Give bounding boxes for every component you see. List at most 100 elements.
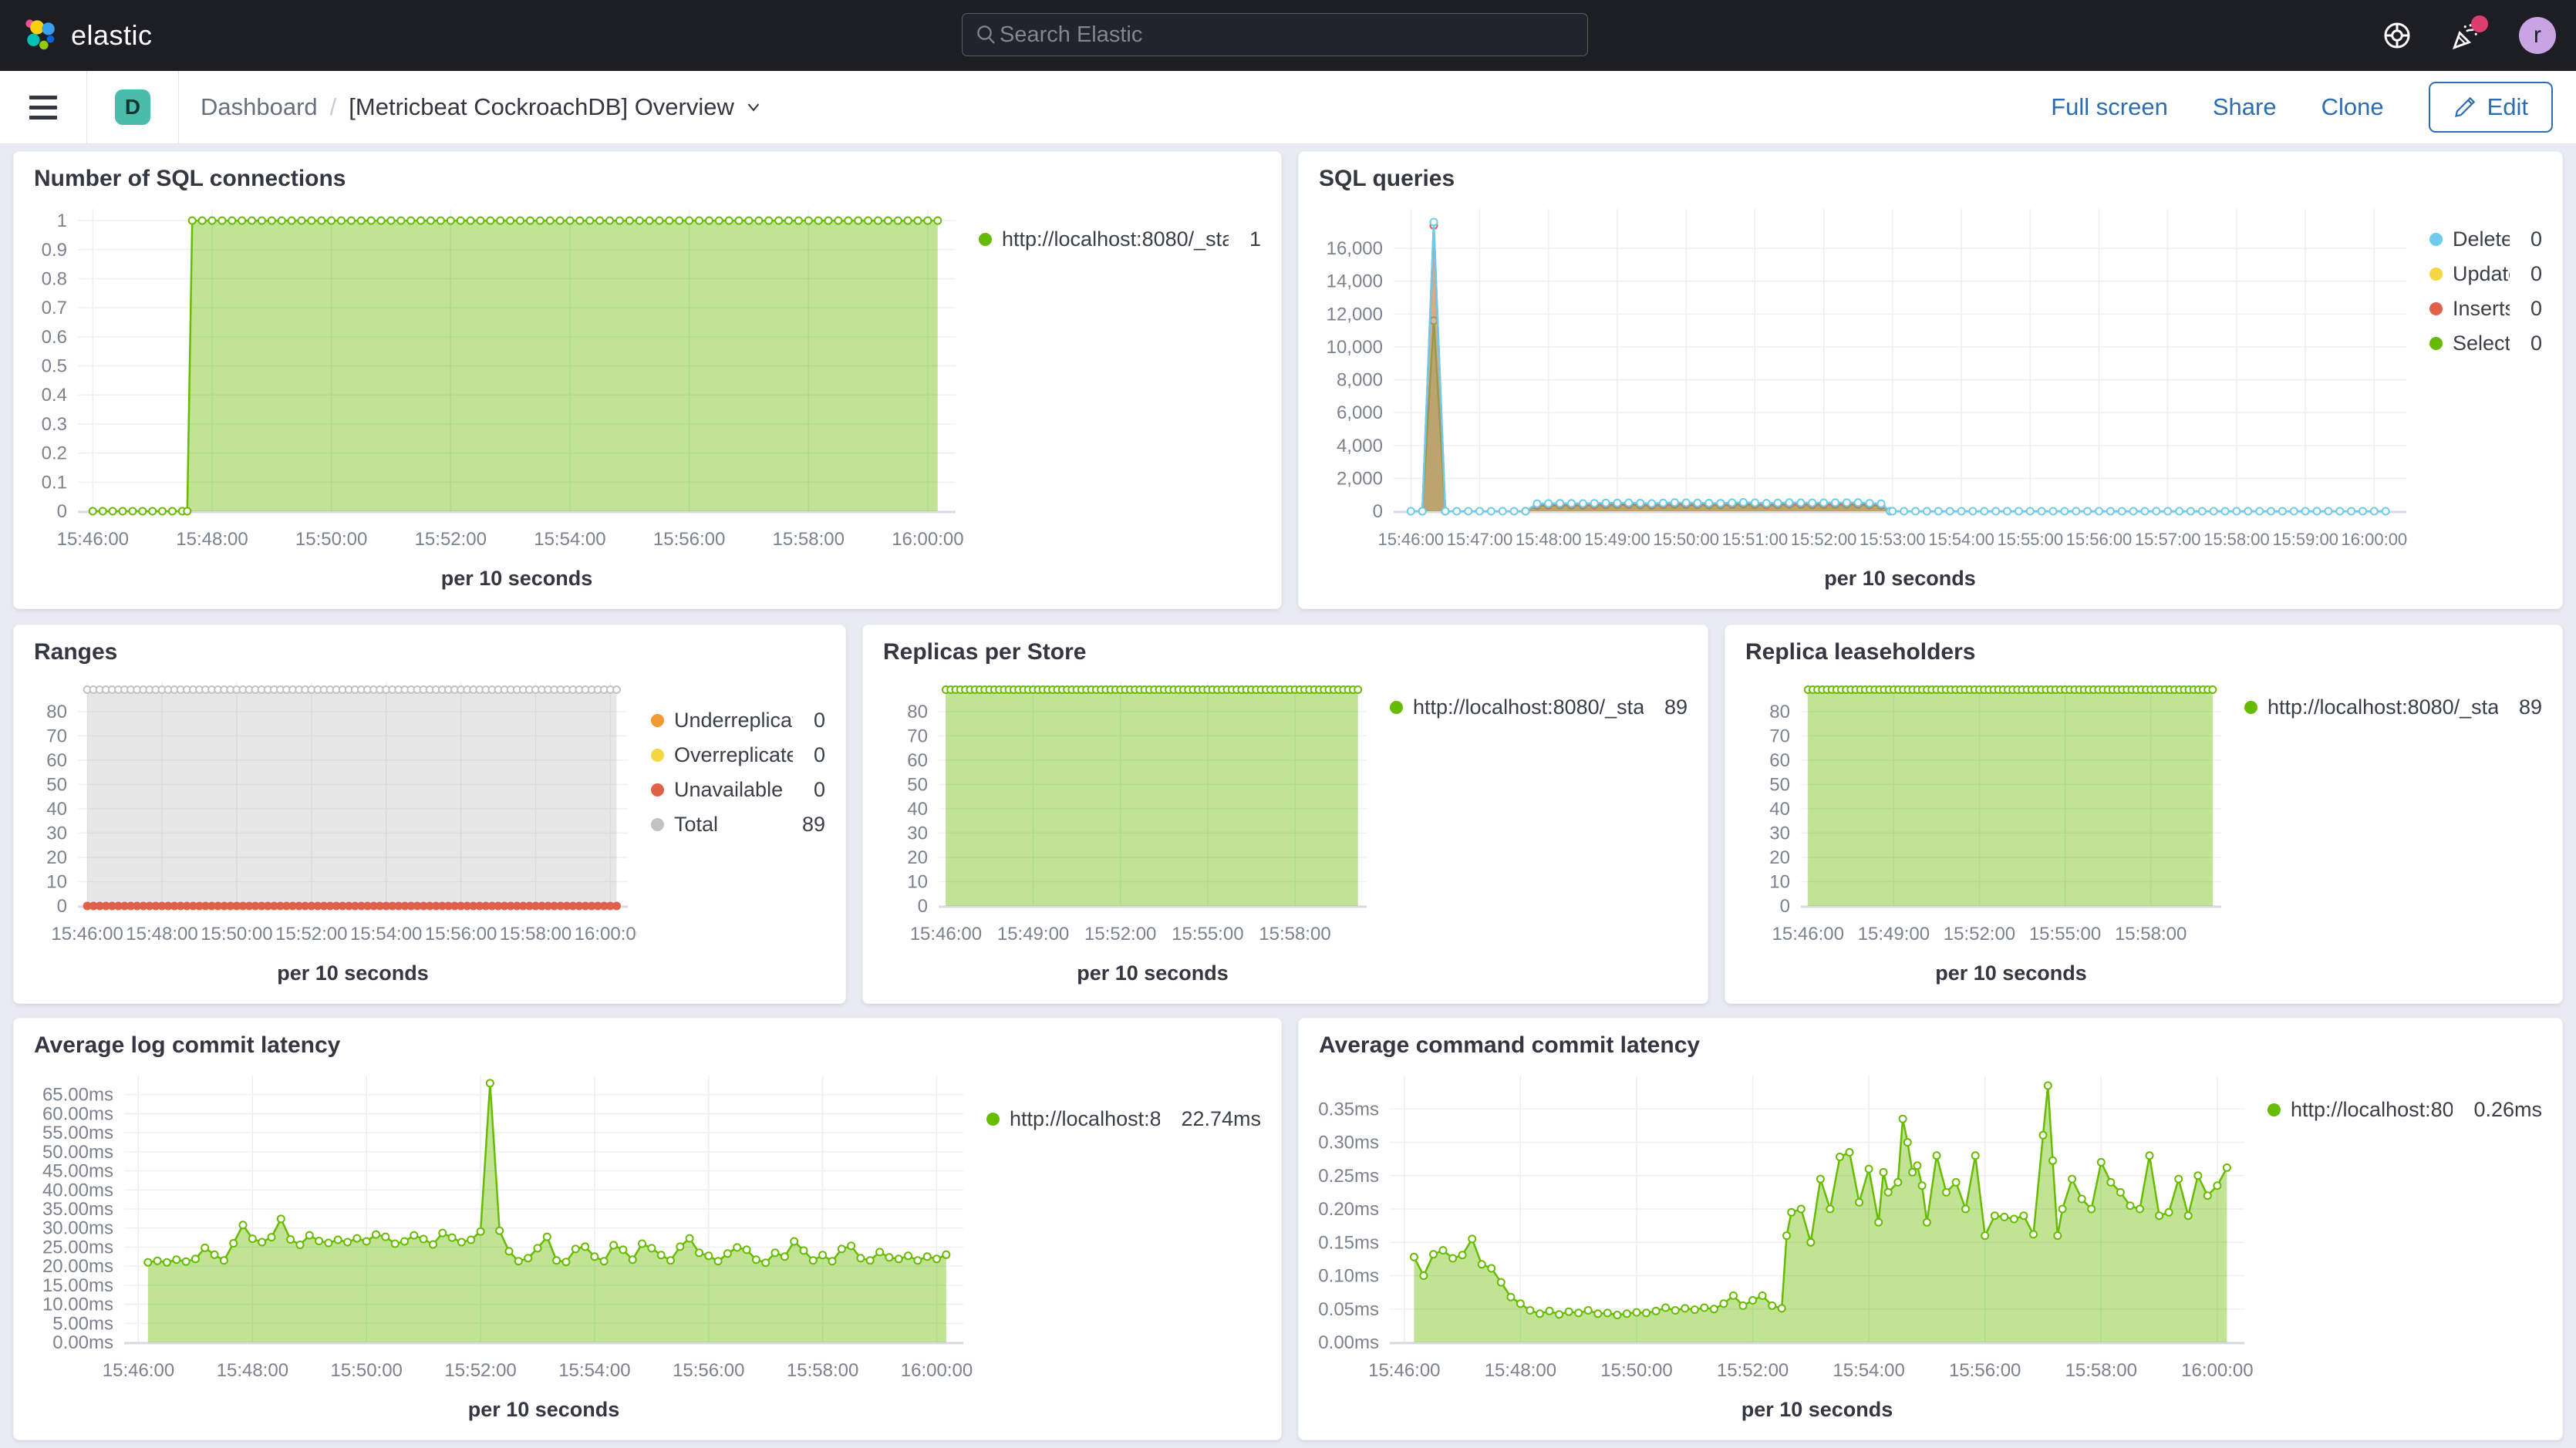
legend-color-dot (1390, 701, 1403, 714)
panel-average-command-commit-latency: Average command commit latency 0.00ms0.0… (1298, 1018, 2563, 1440)
legend-item[interactable]: http://localhost:8080/_sta...89 (1390, 693, 1688, 721)
legend-color-dot (651, 749, 664, 762)
space-badge[interactable]: D (115, 89, 150, 125)
svg-text:12,000: 12,000 (1327, 304, 1383, 325)
svg-text:15:51:00: 15:51:00 (1722, 530, 1789, 549)
svg-text:15:54:00: 15:54:00 (534, 529, 605, 550)
legend-label: http://localhost:8080/_sta... (2267, 695, 2498, 719)
chart-legend: http://localhost:8080/_stat...1 (979, 225, 1261, 253)
clone-button[interactable]: Clone (2321, 93, 2384, 121)
svg-text:10,000: 10,000 (1327, 337, 1383, 358)
user-avatar[interactable]: r (2519, 17, 2556, 54)
newsfeed-button[interactable] (2450, 19, 2483, 52)
svg-text:50.00ms: 50.00ms (42, 1142, 113, 1163)
legend-color-dot (2429, 233, 2443, 246)
chart-plot[interactable]: 0.00ms0.05ms0.10ms0.15ms0.20ms0.25ms0.30… (1305, 1063, 2254, 1435)
svg-text:45.00ms: 45.00ms (42, 1161, 113, 1182)
legend-value: 1 (1239, 227, 1261, 251)
share-button[interactable]: Share (2213, 93, 2277, 121)
legend-label: http://localhost:8080... (2291, 1098, 2453, 1122)
svg-text:per 10 seconds: per 10 seconds (1824, 567, 1976, 590)
legend-item[interactable]: http://localhost:808...22.74ms (986, 1105, 1261, 1133)
chart-plot[interactable]: 0102030405060708015:46:0015:48:0015:50:0… (20, 670, 637, 998)
svg-text:15:52:00: 15:52:00 (444, 1360, 516, 1381)
legend-value: 89 (1654, 695, 1688, 719)
svg-text:40: 40 (907, 799, 928, 820)
legend-item[interactable]: Overreplicated0 (651, 741, 825, 769)
chart-plot[interactable]: 0.00ms5.00ms10.00ms15.00ms20.00ms25.00ms… (20, 1063, 973, 1435)
chart-plot[interactable]: 02,0004,0006,0008,00010,00012,00014,0001… (1305, 197, 2416, 604)
svg-text:40: 40 (1769, 799, 1790, 820)
edit-button[interactable]: Edit (2429, 82, 2553, 133)
legend-item[interactable]: http://localhost:8080/_sta...89 (2244, 693, 2542, 721)
legend-item[interactable]: Updates0 (2429, 260, 2542, 288)
avg-log-commit-latency-chart: 0.00ms5.00ms10.00ms15.00ms20.00ms25.00ms… (20, 1063, 973, 1435)
svg-text:per 10 seconds: per 10 seconds (441, 567, 593, 590)
legend-item[interactable]: Selects0 (2429, 329, 2542, 357)
chart-plot[interactable]: 0102030405060708015:46:0015:49:0015:52:0… (1731, 670, 2230, 998)
legend-item[interactable]: Unavailable0 (651, 776, 825, 803)
panel-title: Ranges (34, 639, 117, 665)
global-search[interactable] (962, 13, 1588, 56)
legend-item[interactable]: http://localhost:8080/_stat...1 (979, 225, 1261, 253)
chevron-down-icon (743, 97, 764, 117)
legend-label: Inserts (2453, 297, 2510, 321)
dashboard-toolbar: D Dashboard / [Metricbeat CockroachDB] O… (0, 71, 2576, 144)
svg-text:30.00ms: 30.00ms (42, 1218, 113, 1239)
edit-button-label: Edit (2487, 93, 2528, 121)
svg-text:15:58:00: 15:58:00 (500, 924, 572, 945)
legend-item[interactable]: Inserts0 (2429, 295, 2542, 322)
svg-text:15:58:00: 15:58:00 (773, 529, 845, 550)
breadcrumb-dashboard-link[interactable]: Dashboard (201, 93, 318, 121)
full-screen-button[interactable]: Full screen (2051, 93, 2168, 121)
help-button[interactable] (2380, 19, 2414, 52)
pencil-icon (2453, 96, 2477, 119)
svg-text:10: 10 (907, 871, 928, 892)
svg-text:15:55:00: 15:55:00 (1172, 924, 1243, 945)
legend-item[interactable]: Underreplicated0 (651, 706, 825, 734)
top-header: elastic (0, 0, 2576, 71)
menu-button[interactable] (29, 96, 57, 120)
svg-text:15:58:00: 15:58:00 (787, 1360, 858, 1381)
svg-text:50: 50 (907, 774, 928, 795)
legend-item[interactable]: Total89 (651, 810, 825, 838)
svg-text:15:58:00: 15:58:00 (1259, 924, 1330, 945)
svg-text:15:48:00: 15:48:00 (217, 1360, 288, 1381)
search-input[interactable] (998, 22, 1575, 49)
dashboard-title-menu[interactable]: [Metricbeat CockroachDB] Overview (349, 93, 764, 121)
svg-text:15:52:00: 15:52:00 (415, 529, 487, 550)
svg-text:16:00:00: 16:00:00 (2342, 530, 2408, 549)
sql-queries-chart: 02,0004,0006,0008,00010,00012,00014,0001… (1305, 197, 2416, 604)
header-actions: r (2380, 0, 2556, 71)
svg-text:20.00ms: 20.00ms (42, 1256, 113, 1277)
panel-number-of-sql-connections: Number of SQL connections 00.10.20.30.40… (13, 151, 1282, 609)
svg-text:15:57:00: 15:57:00 (2135, 530, 2201, 549)
svg-text:0.8: 0.8 (42, 268, 67, 289)
svg-text:15:50:00: 15:50:00 (1600, 1360, 1672, 1381)
svg-text:15:46:00: 15:46:00 (51, 924, 123, 945)
svg-text:15:59:00: 15:59:00 (2272, 530, 2338, 549)
legend-item[interactable]: http://localhost:8080...0.26ms (2267, 1096, 2542, 1123)
replicas-per-store-chart: 0102030405060708015:46:0015:49:0015:52:0… (869, 670, 1376, 998)
divider (178, 71, 179, 143)
chart-legend: http://localhost:8080...0.26ms (2267, 1096, 2542, 1123)
svg-text:0.25ms: 0.25ms (1318, 1166, 1379, 1187)
svg-text:20: 20 (907, 847, 928, 868)
legend-color-dot (2429, 337, 2443, 350)
svg-text:80: 80 (46, 702, 67, 722)
chart-plot[interactable]: 0102030405060708015:46:0015:49:0015:52:0… (869, 670, 1376, 998)
chart-plot[interactable]: 00.10.20.30.40.50.60.70.80.9115:46:0015:… (20, 197, 965, 604)
legend-label: Updates (2453, 262, 2510, 286)
panel-title: Number of SQL connections (34, 166, 346, 192)
svg-text:5.00ms: 5.00ms (52, 1313, 113, 1334)
elastic-brand[interactable]: elastic (0, 18, 153, 53)
svg-text:0.9: 0.9 (42, 240, 67, 261)
legend-item[interactable]: Deletes0 (2429, 225, 2542, 253)
svg-text:30: 30 (46, 823, 67, 844)
elastic-logo-icon (23, 18, 59, 53)
svg-text:60: 60 (46, 750, 67, 771)
svg-text:15:48:00: 15:48:00 (126, 924, 197, 945)
svg-text:15:52:00: 15:52:00 (1084, 924, 1156, 945)
svg-text:0.00ms: 0.00ms (52, 1332, 113, 1353)
legend-label: Underreplicated (674, 709, 793, 732)
